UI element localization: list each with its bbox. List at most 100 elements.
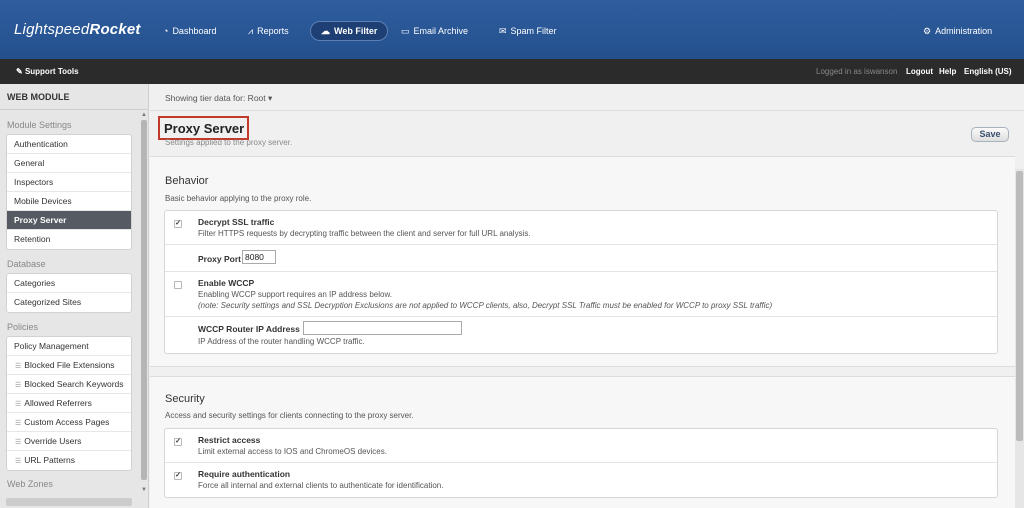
sidebar-section-module-settings: Module Settings — [7, 120, 72, 130]
decrypt-ssl-label: Decrypt SSL traffic — [198, 217, 275, 227]
tier-selector[interactable]: Showing tier data for: Root ▾ — [165, 93, 272, 104]
module-settings-menu: Authentication General Inspectors Mobile… — [6, 134, 132, 250]
database-menu: Categories Categorized Sites — [6, 273, 132, 313]
sidebar-item-mobile-devices[interactable]: Mobile Devices — [7, 192, 131, 211]
sidebar-item-label: URL Patterns — [24, 455, 75, 465]
wccp-router-row: WCCP Router IP Address IP Address of the… — [165, 317, 997, 353]
wccp-router-description: IP Address of the router handling WCCP t… — [198, 337, 365, 346]
list-icon: ☰ — [15, 363, 22, 370]
wccp-router-label: WCCP Router IP Address — [198, 324, 300, 334]
sidebar-item-categories[interactable]: Categories — [7, 274, 131, 293]
language-link[interactable]: English (US) — [964, 67, 1012, 76]
scroll-up-icon[interactable]: ▲ — [141, 112, 147, 118]
nav-dashboard[interactable]: ◔ Dashboard — [153, 21, 226, 41]
decrypt-ssl-description: Filter HTTPS requests by decrypting traf… — [198, 229, 531, 238]
nav-administration[interactable]: ⚙ Administration — [913, 21, 1002, 41]
scroll-down-icon[interactable]: ▼ — [141, 487, 147, 493]
secondary-bar: ✎ Support Tools Logged in as iswanson Lo… — [0, 59, 1024, 84]
sidebar-section-policies: Policies — [7, 322, 39, 332]
email-archive-icon: ▭ — [401, 25, 410, 36]
sidebar-item-custom-access-pages[interactable]: ☰ Custom Access Pages — [7, 413, 131, 432]
sidebar-item-url-patterns[interactable]: ☰ URL Patterns — [7, 451, 131, 470]
proxy-port-input[interactable]: 8080 — [242, 250, 276, 264]
decrypt-ssl-row: ✓ Decrypt SSL traffic Filter HTTPS reque… — [165, 211, 997, 245]
sidebar-item-label: Blocked File Extensions — [24, 360, 115, 370]
security-section: Security Access and security settings fo… — [150, 376, 1015, 508]
require-auth-row: ✓ Require authentication Force all inter… — [165, 463, 997, 497]
proxy-port-row: Proxy Port 8080 — [165, 245, 997, 272]
enable-wccp-note: (note: Security settings and SSL Decrypt… — [198, 301, 773, 310]
restrict-access-description: Limit external access to IOS and ChromeO… — [198, 447, 387, 456]
list-icon: ☰ — [15, 401, 22, 408]
logged-in-text: Logged in as iswanson — [816, 67, 898, 76]
sidebar-item-general[interactable]: General — [7, 154, 131, 173]
sidebar-item-label: Blocked Search Keywords — [24, 379, 124, 389]
sidebar-item-inspectors[interactable]: Inspectors — [7, 173, 131, 192]
require-auth-checkbox[interactable]: ✓ — [174, 472, 182, 480]
sidebar-item-override-users[interactable]: ☰ Override Users — [7, 432, 131, 451]
wrench-icon: ✎ — [16, 67, 25, 76]
main-scroll-thumb[interactable] — [1016, 171, 1023, 441]
spam-filter-icon: ✉ — [499, 25, 507, 36]
sidebar-section-web-zones: Web Zones — [7, 479, 53, 489]
sidebar-section-database: Database — [7, 259, 46, 269]
page-subtitle: Settings applied to the proxy server. — [165, 138, 293, 147]
nav-email-archive[interactable]: ▭ Email Archive — [391, 21, 478, 41]
help-link[interactable]: Help — [939, 67, 956, 76]
list-icon: ☰ — [15, 458, 22, 465]
sidebar-divider — [0, 109, 148, 110]
behavior-description: Basic behavior applying to the proxy rol… — [165, 194, 312, 203]
security-description: Access and security settings for clients… — [165, 411, 414, 420]
nav-administration-label: Administration — [935, 26, 993, 36]
restrict-access-checkbox[interactable]: ✓ — [174, 438, 182, 446]
nav-web-filter[interactable]: ☁ Web Filter — [310, 21, 389, 41]
sidebar-item-blocked-search-keywords[interactable]: ☰ Blocked Search Keywords — [7, 375, 131, 394]
list-icon: ☰ — [15, 420, 22, 427]
security-card: ✓ Restrict access Limit external access … — [164, 428, 998, 498]
nav-reports-label: Reports — [257, 26, 289, 36]
require-auth-label: Require authentication — [198, 469, 291, 479]
save-button[interactable]: Save — [971, 127, 1009, 142]
app-logo[interactable]: LightspeedRocket — [14, 21, 141, 38]
require-auth-description: Force all internal and external clients … — [198, 481, 444, 490]
behavior-heading: Behavior — [165, 175, 209, 187]
list-icon: ☰ — [15, 439, 22, 446]
sidebar-scroll-thumb[interactable] — [141, 120, 147, 480]
sidebar: WEB MODULE Module Settings Authenticatio… — [0, 84, 149, 508]
reports-icon: ⩘ — [248, 25, 254, 36]
policies-menu: Policy Management ☰ Blocked File Extensio… — [6, 336, 132, 471]
behavior-card: ✓ Decrypt SSL traffic Filter HTTPS reque… — [164, 210, 998, 354]
logout-link[interactable]: Logout — [906, 67, 933, 76]
sidebar-item-label: Allowed Referrers — [24, 398, 92, 408]
top-header: LightspeedRocket ◔ Dashboard ⩘ Reports ☁… — [0, 0, 1024, 59]
dashboard-icon: ◔ — [163, 25, 169, 36]
nav-dashboard-label: Dashboard — [172, 26, 217, 36]
sidebar-item-policy-management[interactable]: Policy Management — [7, 337, 131, 356]
nav-spam-filter[interactable]: ✉ Spam Filter — [489, 21, 567, 41]
page-title: Proxy Server — [164, 121, 245, 136]
list-icon: ☰ — [15, 382, 22, 389]
enable-wccp-description: Enabling WCCP support requires an IP add… — [198, 290, 393, 299]
sidebar-item-retention[interactable]: Retention — [7, 230, 131, 249]
sidebar-item-label: Custom Access Pages — [24, 417, 110, 427]
main-content: Showing tier data for: Root ▾ Proxy Serv… — [150, 84, 1024, 508]
sidebar-horizontal-scrollbar[interactable] — [6, 498, 132, 506]
sidebar-item-authentication[interactable]: Authentication — [7, 135, 131, 154]
enable-wccp-checkbox[interactable] — [174, 281, 182, 289]
sidebar-item-proxy-server[interactable]: Proxy Server — [7, 211, 131, 230]
support-tools-label: Support Tools — [24, 67, 79, 76]
gear-icon: ⚙ — [923, 25, 932, 36]
nav-reports[interactable]: ⩘ Reports — [238, 21, 299, 41]
sidebar-item-blocked-file-extensions[interactable]: ☰ Blocked File Extensions — [7, 356, 131, 375]
sidebar-item-allowed-referrers[interactable]: ☰ Allowed Referrers — [7, 394, 131, 413]
sidebar-item-label: Override Users — [24, 436, 82, 446]
sidebar-item-categorized-sites[interactable]: Categorized Sites — [7, 293, 131, 312]
support-tools-link[interactable]: ✎ Support Tools — [16, 67, 79, 76]
nav-spam-filter-label: Spam Filter — [510, 26, 557, 36]
restrict-access-label: Restrict access — [198, 435, 261, 445]
decrypt-ssl-checkbox[interactable]: ✓ — [174, 220, 182, 228]
wccp-router-input[interactable] — [303, 321, 462, 335]
web-filter-icon: ☁ — [321, 25, 330, 36]
wccp-row: Enable WCCP Enabling WCCP support requir… — [165, 272, 997, 317]
nav-email-archive-label: Email Archive — [413, 26, 469, 36]
